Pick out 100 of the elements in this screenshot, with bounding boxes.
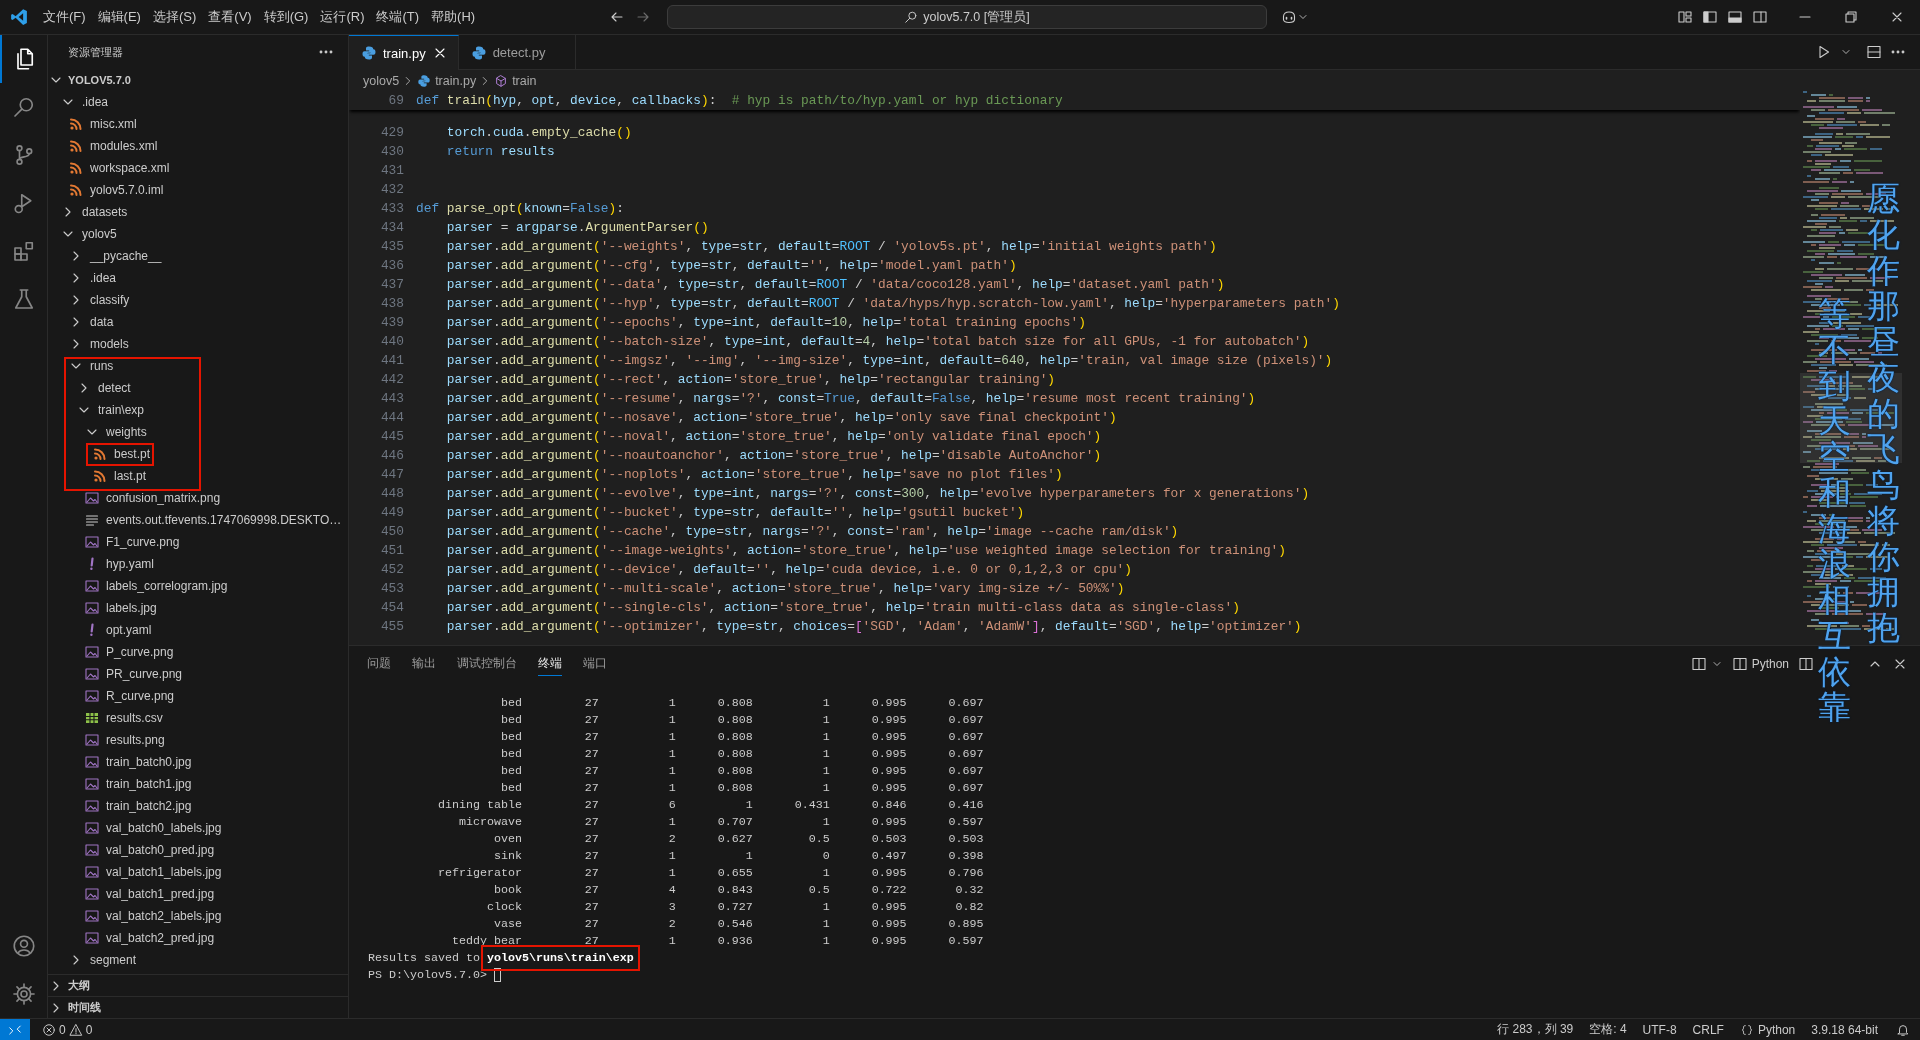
line-number: 69 — [387, 92, 404, 110]
restore-icon[interactable] — [1843, 9, 1859, 25]
tree-item[interactable]: .idea — [48, 91, 348, 113]
tree-item[interactable]: train_batch2.jpg — [48, 795, 348, 817]
section-header[interactable]: 大纲 — [48, 974, 348, 996]
tree-item[interactable]: data — [48, 311, 348, 333]
breadcrumb-item[interactable]: yolov5 — [363, 73, 400, 88]
tree-item[interactable]: PR_curve.png — [48, 663, 348, 685]
tree-item[interactable]: R_curve.png — [48, 685, 348, 707]
tree-item[interactable]: weights — [48, 421, 348, 443]
breadcrumb-item[interactable]: train.py — [417, 73, 477, 88]
search-field[interactable]: yolov5.7.0 [管理员] — [667, 5, 1267, 29]
tree-item[interactable]: labels_correlogram.jpg — [48, 575, 348, 597]
tree-item[interactable]: val_batch0_labels.jpg — [48, 817, 348, 839]
terminal-line: teddy bear 27 1 0.936 1 0.995 0.597 — [450, 933, 984, 950]
terminal-line: bed 27 1 0.808 1 0.995 0.697 — [499, 763, 984, 780]
sidebar-toggle-icon[interactable] — [1702, 9, 1718, 25]
split-layout-icon[interactable] — [1752, 9, 1768, 25]
tree-item[interactable]: confusion_matrix.png — [48, 487, 348, 509]
panel-title: 资源管理器 — [68, 44, 123, 60]
run-icon[interactable] — [1816, 44, 1832, 60]
tree-item[interactable]: misc.xml — [48, 113, 348, 135]
tree-item[interactable]: classify — [48, 289, 348, 311]
settings-icon[interactable] — [11, 982, 36, 1006]
tree-item[interactable]: results.csv — [48, 707, 348, 729]
line-number: 442 — [379, 371, 404, 389]
code-line: parser.add_argument('--cfg', type=str, default='', help='model.yaml path') — [445, 257, 1017, 275]
menu-item[interactable]: 查看(V) — [202, 8, 258, 26]
tree-item[interactable]: last.pt — [48, 465, 348, 487]
braces-icon — [1739, 1022, 1754, 1037]
menu-item[interactable]: 帮助(H) — [425, 8, 482, 26]
tree-item[interactable]: val_batch2_labels.jpg — [48, 905, 348, 927]
menu-item[interactable]: 编辑(E) — [91, 8, 147, 26]
image-icon — [84, 732, 100, 748]
search-icon[interactable] — [11, 95, 36, 119]
panel-icon — [1731, 655, 1748, 672]
tree-item[interactable]: P_curve.png — [48, 641, 348, 663]
tree-item[interactable]: best.pt — [48, 443, 348, 465]
status-item[interactable]: 空格: 4 — [1581, 1021, 1635, 1038]
cube-icon — [494, 73, 509, 88]
status-item[interactable]: CRLF — [1684, 1022, 1732, 1037]
panel-tab[interactable]: 问题 — [367, 651, 391, 676]
tree-item[interactable]: hyp.yaml — [48, 553, 348, 575]
robot-icon[interactable] — [1281, 9, 1297, 25]
tree-item[interactable]: val_batch1_labels.jpg — [48, 861, 348, 883]
bell-icon[interactable] — [1896, 1022, 1910, 1037]
problems-button[interactable]: 0 0 — [34, 1022, 101, 1037]
tree-item[interactable]: val_batch2_pred.jpg — [48, 927, 348, 949]
tree-item[interactable]: val_batch0_pred.jpg — [48, 839, 348, 861]
extensions-icon[interactable] — [11, 239, 36, 263]
menu-item[interactable]: 选择(S) — [146, 8, 203, 26]
tree-item[interactable]: F1_curve.png — [48, 531, 348, 553]
code-line: parser.add_argument('--weights', type=str, default=ROOT / 'yolov5s.pt', help='initial weights path') — [445, 238, 1217, 256]
status-item[interactable]: 3.9.18 64-bit — [1803, 1022, 1886, 1037]
status-item[interactable]: Python — [1731, 1022, 1804, 1037]
tree-item[interactable]: train\exp — [48, 399, 348, 421]
panel-tab[interactable]: 端口 — [583, 651, 607, 676]
account-icon[interactable] — [11, 934, 36, 958]
tree-item[interactable]: models — [48, 333, 348, 355]
tree-item[interactable]: datasets — [48, 201, 348, 223]
tree-item[interactable]: yolov5 — [48, 223, 348, 245]
panel-tab[interactable]: 调试控制台 — [457, 651, 517, 676]
status-item[interactable]: UTF-8 — [1634, 1022, 1685, 1037]
tree-item[interactable]: train_batch1.jpg — [48, 773, 348, 795]
code-line: return results — [445, 143, 555, 161]
folder-header[interactable]: YOLOV5.7.0 — [48, 69, 348, 91]
layout-icon[interactable] — [1677, 9, 1693, 25]
split-terminal-icon[interactable] — [1690, 655, 1707, 672]
panel-toggle-icon[interactable] — [1727, 9, 1743, 25]
tree-item[interactable]: events.out.tfevents.1747069998.DESKTO… — [48, 509, 348, 531]
tree-item[interactable]: yolov5.7.0.iml — [48, 179, 348, 201]
tree-item[interactable]: opt.yaml — [48, 619, 348, 641]
menu-item[interactable]: 运行(R) — [314, 8, 371, 26]
tree-item[interactable]: workspace.xml — [48, 157, 348, 179]
tree-item[interactable]: .idea — [48, 267, 348, 289]
panel-tab[interactable]: 终端 — [538, 651, 562, 676]
tree-item[interactable]: train_batch0.jpg — [48, 751, 348, 773]
terminal-selector[interactable]: Python — [1731, 655, 1789, 672]
split-editor-icon[interactable] — [1866, 44, 1882, 60]
code-line: def train(hyp, opt, device, callbacks): # hyp is path/to/hyp.yaml or hyp dictionary — [416, 92, 1063, 110]
editor-tab[interactable]: train.py — [349, 35, 459, 70]
line-number: 441 — [379, 352, 404, 370]
editor-tab[interactable]: detect.py — [458, 35, 577, 70]
menu-item[interactable]: 终端(T) — [370, 8, 426, 26]
tree-item[interactable]: runs — [48, 355, 348, 377]
tree-item[interactable]: segment — [48, 949, 348, 971]
tree-item[interactable]: __pycache__ — [48, 245, 348, 267]
menu-item[interactable]: 文件(F) — [37, 8, 92, 26]
tree-item[interactable]: detect — [48, 377, 348, 399]
panel-tab[interactable]: 输出 — [412, 651, 436, 676]
tree-item[interactable]: val_batch1_pred.jpg — [48, 883, 348, 905]
status-item[interactable]: 行 283，列 39 — [1489, 1021, 1582, 1038]
menu-item[interactable]: 转到(G) — [257, 8, 315, 26]
tree-item[interactable]: modules.xml — [48, 135, 348, 157]
code-line: parser.add_argument('--image-weights', action='store_true', help='use weighted image selection for training') — [445, 542, 1286, 560]
tree-item[interactable]: results.png — [48, 729, 348, 751]
split-icon[interactable] — [1798, 655, 1814, 672]
breadcrumb-item[interactable]: train — [494, 73, 537, 88]
tree-item[interactable]: labels.jpg — [48, 597, 348, 619]
lyric-text: 愿化作那昼夜的飞鸟将你拥抱 — [1867, 182, 1900, 647]
